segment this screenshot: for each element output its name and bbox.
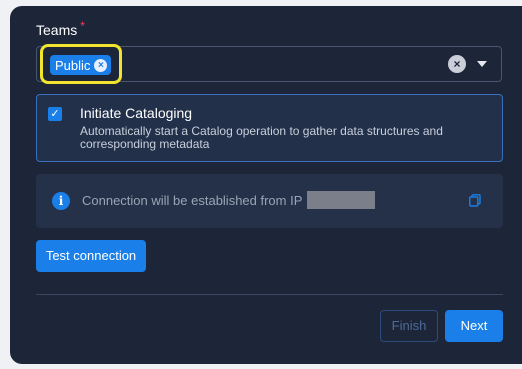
redacted-ip [307, 191, 375, 209]
team-chip-label: Public [55, 57, 91, 73]
connection-message: Connection will be established from IP [82, 193, 303, 208]
required-indicator: * [80, 19, 85, 33]
team-chip-public: Public × [50, 55, 112, 75]
finish-button[interactable]: Finish [380, 310, 438, 342]
cataloging-checkbox[interactable]: ✓ [48, 107, 62, 121]
teams-label-text: Teams [36, 22, 78, 38]
teams-label: Teams * [36, 19, 85, 38]
clear-selection-icon[interactable]: × [448, 55, 466, 73]
footer-divider [36, 294, 503, 295]
next-button[interactable]: Next [445, 310, 503, 342]
cataloging-description: Automatically start a Catalog operation … [80, 124, 443, 151]
test-connection-button[interactable]: Test connection [36, 240, 146, 272]
cataloging-title: Initiate Cataloging [80, 105, 193, 121]
chip-remove-icon[interactable]: × [94, 58, 108, 72]
dropdown-caret-icon[interactable] [477, 61, 487, 67]
copy-icon[interactable] [469, 194, 481, 207]
info-icon: i [52, 192, 70, 210]
